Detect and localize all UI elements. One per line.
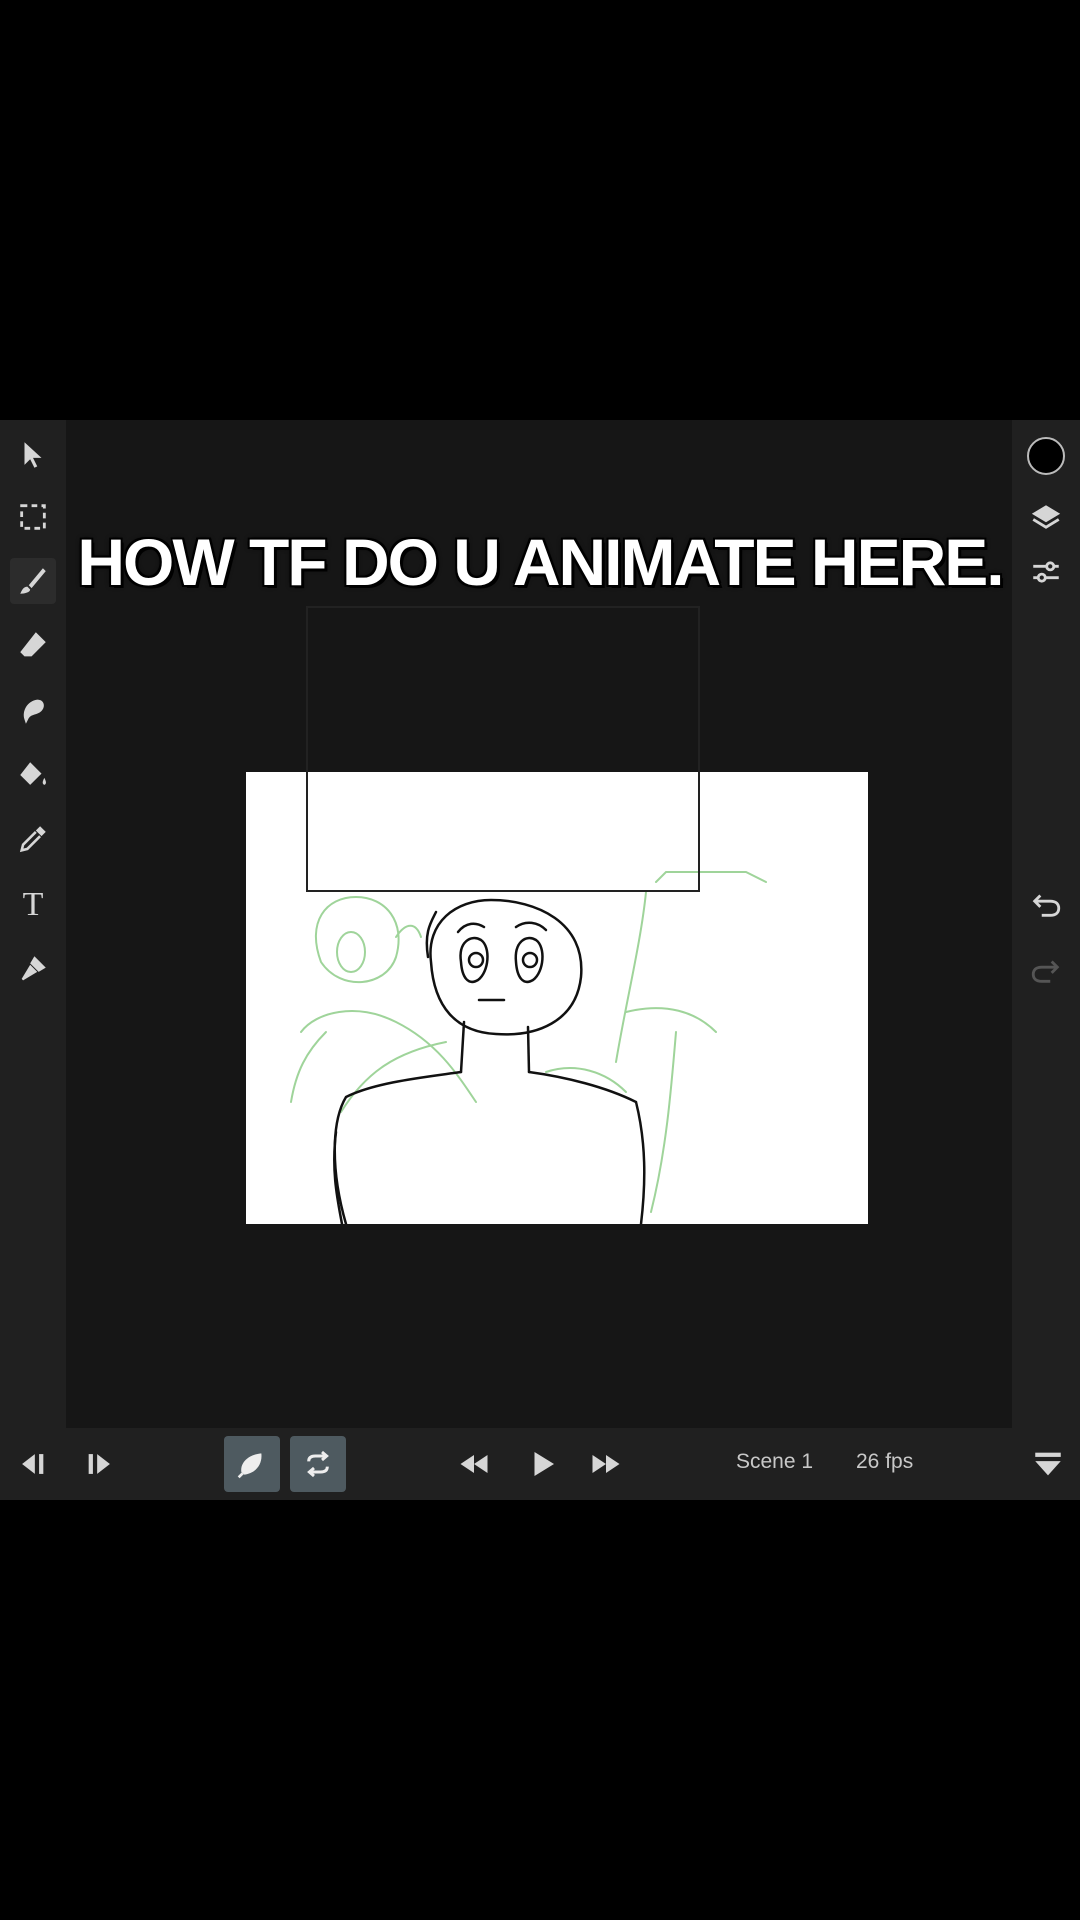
onion-skin-icon <box>237 1453 262 1479</box>
character-lineart <box>333 898 646 1224</box>
scene-label[interactable]: Scene 1 <box>736 1450 813 1474</box>
text-tool-icon[interactable]: T <box>10 882 56 928</box>
timeline-thumbnails <box>670 1499 1080 1500</box>
undo-icon[interactable] <box>1022 880 1070 928</box>
next-frame-icon[interactable] <box>78 1438 122 1490</box>
drawing-canvas[interactable] <box>246 772 868 1224</box>
fill-bucket-icon[interactable] <box>10 752 56 798</box>
fast-forward-icon[interactable] <box>584 1438 628 1490</box>
rewind-icon[interactable] <box>452 1438 496 1490</box>
pen-tool-icon[interactable] <box>10 946 56 992</box>
playback-bar: Scene 1 26 fps <box>0 1428 1080 1500</box>
smudge-icon[interactable] <box>10 688 56 734</box>
color-swatch[interactable] <box>1022 432 1070 480</box>
redo-icon[interactable] <box>1022 946 1070 994</box>
loop-icon <box>307 1450 329 1478</box>
previous-frame-icon[interactable] <box>10 1438 54 1490</box>
eyedropper-icon[interactable] <box>10 816 56 862</box>
timeline-strip[interactable] <box>670 1493 1080 1500</box>
select-arrow-icon[interactable] <box>10 432 56 478</box>
loop-toggle[interactable] <box>290 1436 346 1492</box>
eraser-icon[interactable] <box>10 622 56 668</box>
onion-skin-toggle[interactable] <box>224 1436 280 1492</box>
play-icon[interactable] <box>520 1438 564 1490</box>
fps-label[interactable]: 26 fps <box>856 1450 913 1474</box>
canvas-sketch <box>290 871 767 1224</box>
video-caption: HOW TF DO U ANIMATE HERE. <box>77 525 1004 599</box>
timeline-expand-icon[interactable] <box>1026 1438 1070 1490</box>
